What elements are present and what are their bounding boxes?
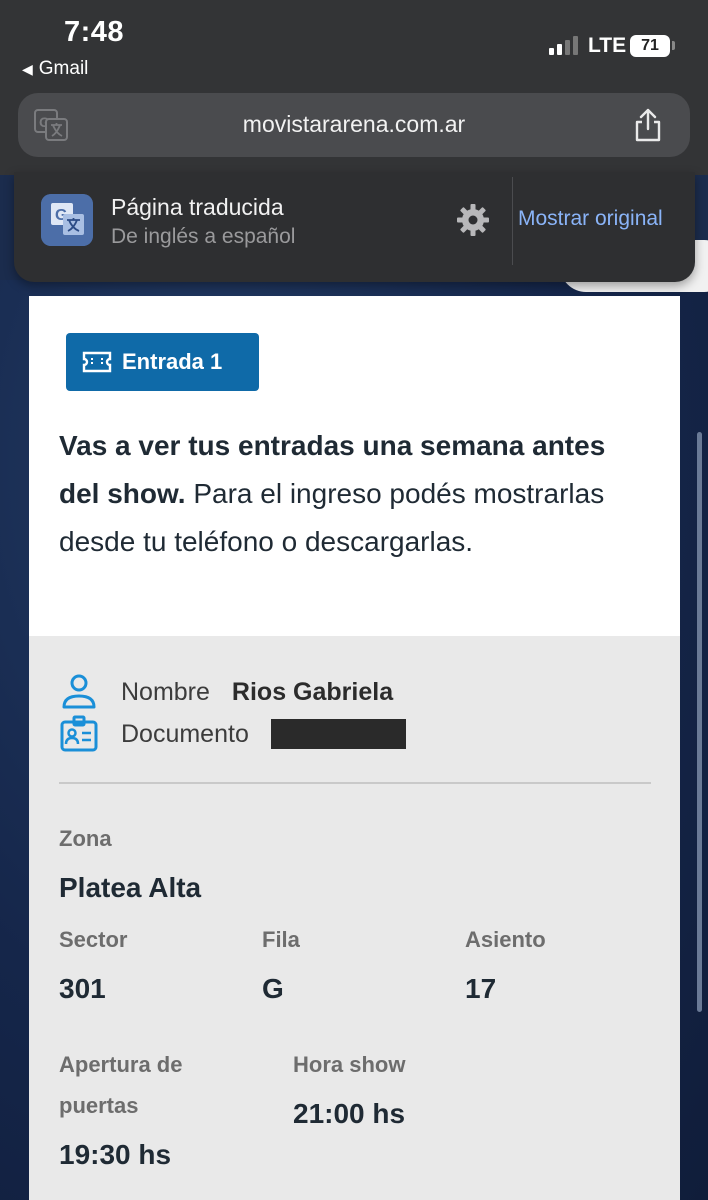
scrollbar[interactable] bbox=[697, 432, 702, 1012]
doc-value-redacted bbox=[270, 719, 406, 749]
url-text: movistararena.com.ar bbox=[242, 111, 466, 137]
ticket-icon bbox=[82, 351, 112, 373]
hora-show-label: Hora show bbox=[293, 1052, 406, 1077]
apertura-label-line1: Apertura de bbox=[59, 1052, 183, 1077]
person-icon bbox=[62, 674, 96, 709]
address-bar[interactable]: G movistararena.com.ar bbox=[18, 93, 690, 157]
translate-subtitle: De inglés a español bbox=[111, 225, 296, 248]
doc-label: Documento bbox=[121, 719, 249, 748]
battery-cap bbox=[672, 41, 675, 50]
holder-doc-row: Documento bbox=[59, 714, 406, 754]
network-label: LTE bbox=[588, 34, 627, 57]
fila-value: G bbox=[262, 973, 284, 1004]
name-value: Rios Gabriela bbox=[231, 677, 394, 706]
sector-value: 301 bbox=[59, 973, 106, 1004]
back-app-label: Gmail bbox=[38, 58, 89, 79]
fila-label: Fila bbox=[262, 927, 300, 952]
battery-icon: 71 bbox=[630, 35, 670, 57]
ticket-info-text: Vas a ver tus entradas una semana antes … bbox=[59, 422, 649, 566]
ticket-card: Entrada 1 Vas a ver tus entradas una sem… bbox=[29, 296, 680, 1200]
id-card-icon bbox=[60, 715, 98, 752]
translate-title: Página traducida bbox=[111, 194, 284, 220]
zona-label: Zona bbox=[59, 826, 112, 851]
name-label: Nombre bbox=[121, 677, 210, 706]
browser-chrome: 7:48 ◀ Gmail LTE 71 G movistararena.com.… bbox=[0, 0, 708, 175]
gear-icon[interactable] bbox=[455, 202, 491, 238]
show-original-button[interactable]: Mostrar original bbox=[518, 207, 663, 231]
holder-name-row: Nombre Rios Gabriela bbox=[59, 672, 393, 712]
status-time: 7:48 bbox=[64, 16, 125, 48]
ticket-badge: Entrada 1 bbox=[66, 333, 259, 391]
google-translate-icon: G bbox=[41, 194, 93, 246]
back-to-app[interactable]: ◀ Gmail bbox=[22, 58, 88, 80]
sector-label: Sector bbox=[59, 927, 128, 952]
zona-value: Platea Alta bbox=[59, 872, 202, 903]
apertura-value: 19:30 hs bbox=[59, 1139, 172, 1170]
translate-banner: G Página traducida De inglés a español M… bbox=[14, 172, 695, 282]
apertura-label-line2: puertas bbox=[59, 1093, 139, 1118]
hora-show-value: 21:00 hs bbox=[293, 1098, 406, 1129]
share-icon[interactable] bbox=[632, 107, 664, 143]
asiento-value: 17 bbox=[465, 973, 497, 1004]
translate-divider bbox=[512, 177, 513, 265]
signal-icon bbox=[549, 36, 578, 55]
ticket-badge-label: Entrada 1 bbox=[122, 349, 223, 374]
back-arrow-icon: ◀ bbox=[22, 60, 33, 77]
ticket-header: Entrada 1 Vas a ver tus entradas una sem… bbox=[29, 296, 680, 636]
asiento-label: Asiento bbox=[465, 927, 546, 952]
section-divider bbox=[59, 782, 651, 784]
